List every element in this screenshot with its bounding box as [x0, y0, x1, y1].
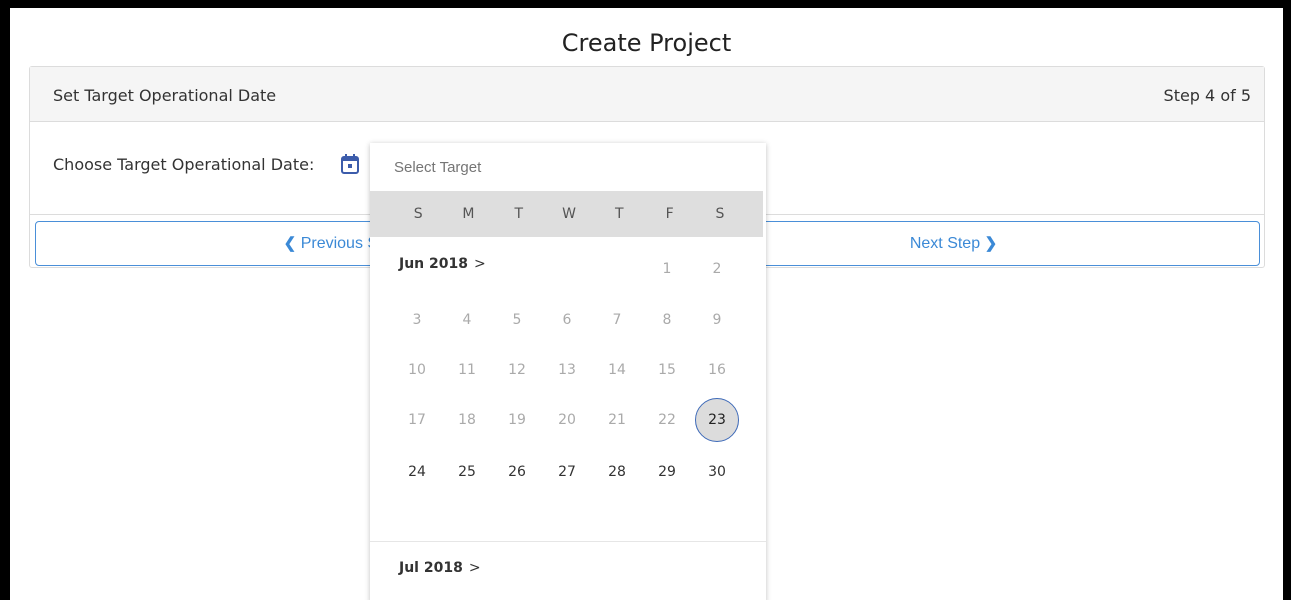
day-cell[interactable]: 26 [495, 450, 539, 494]
date-input[interactable] [370, 143, 766, 191]
day-cell: 14 [608, 362, 626, 378]
day-cell: 1 [662, 261, 672, 277]
day-cell: 8 [662, 312, 672, 328]
datepicker-popup: S M T W T F S Jun 2018> 1234567891011121… [370, 143, 766, 600]
panel-header: Set Target Operational Date Step 4 of 5 [30, 67, 1264, 122]
chevron-right-icon: > [468, 560, 481, 576]
day-cell: 4 [462, 312, 472, 328]
day-cell[interactable]: 25 [445, 450, 489, 494]
month-header-jul[interactable]: Jul 2018 > [399, 560, 481, 576]
day-cell[interactable]: 28 [595, 450, 639, 494]
month-header-jun[interactable]: Jun 2018 > [399, 256, 486, 272]
day-cell: 19 [508, 412, 526, 428]
weekday-header: S M T W T F S [370, 191, 763, 237]
day-cell: 5 [512, 312, 522, 328]
chevron-right-icon: > [473, 256, 486, 272]
weekday-label: T [615, 206, 624, 222]
day-cell: 2 [712, 261, 722, 277]
day-cell: 13 [558, 362, 576, 378]
month-label: Jun 2018 [399, 256, 468, 272]
step-title: Set Target Operational Date [53, 86, 277, 105]
chevron-right-icon: ❯ [984, 235, 998, 252]
weekday-label: W [562, 206, 576, 222]
day-cell: 21 [608, 412, 626, 428]
step-indicator: Step 4 of 5 [1163, 86, 1251, 105]
day-cell: 20 [558, 412, 576, 428]
day-cell: 10 [408, 362, 426, 378]
day-cell: 15 [658, 362, 676, 378]
day-cell: 6 [562, 312, 572, 328]
day-cell[interactable]: 29 [645, 450, 689, 494]
page-title: Create Project [561, 29, 732, 57]
day-cell: 7 [612, 312, 622, 328]
weekday-label: T [514, 206, 524, 222]
day-cell: 22 [658, 412, 676, 428]
weekday-label: S [715, 206, 725, 222]
weekday-label: S [413, 206, 423, 222]
month-label: Jul 2018 [399, 560, 463, 576]
day-cell[interactable]: 27 [545, 450, 589, 494]
day-cell: 16 [708, 362, 726, 378]
day-cell[interactable]: 24 [395, 450, 439, 494]
month-divider [370, 541, 766, 542]
day-cell: 11 [458, 362, 476, 378]
weekday-label: F [665, 206, 674, 222]
day-cell: 3 [412, 312, 422, 328]
day-cell: 18 [458, 412, 476, 428]
choose-date-label: Choose Target Operational Date: [53, 155, 315, 174]
chevron-left-icon: ❮ [283, 235, 297, 252]
calendar-icon[interactable] [339, 153, 361, 175]
weekday-label: M [462, 206, 475, 222]
day-cell[interactable]: 30 [695, 450, 739, 494]
app-frame: Create Project Set Target Operational Da… [10, 8, 1283, 600]
next-step-label: Next Step [909, 235, 981, 252]
day-cell-selected[interactable]: 23 [695, 398, 739, 442]
day-cell: 9 [712, 312, 722, 328]
day-cell: 12 [508, 362, 526, 378]
day-cell: 17 [408, 412, 426, 428]
